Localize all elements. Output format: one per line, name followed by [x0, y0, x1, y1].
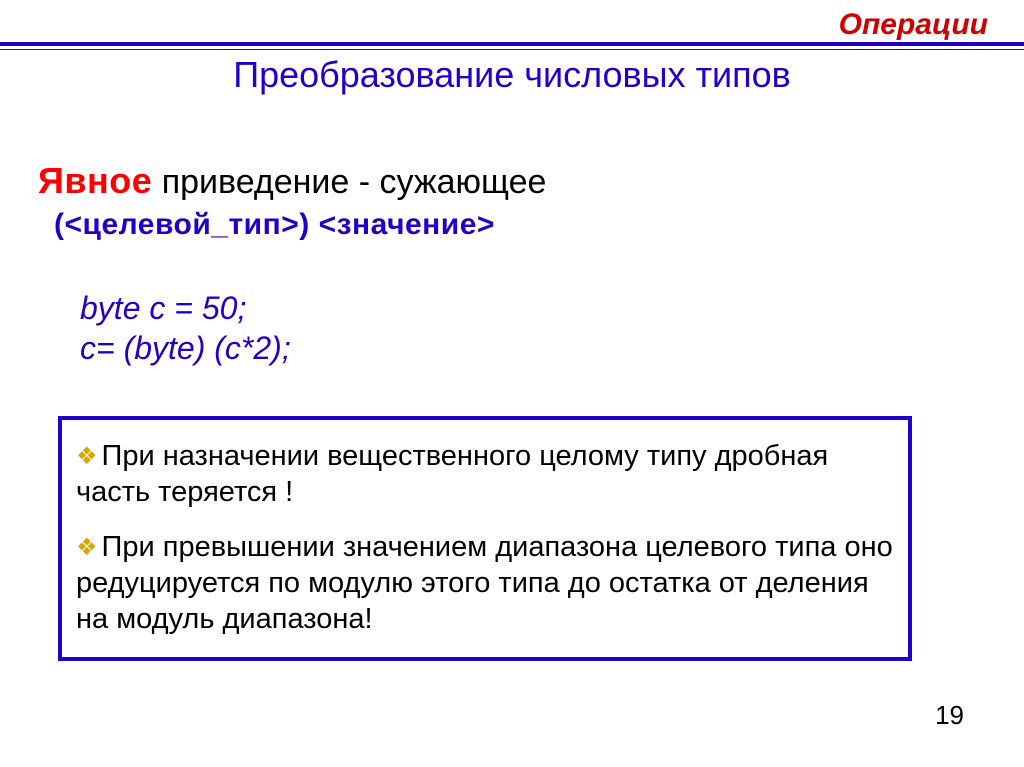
notes-box: ❖При назначении вещественного целому тип… — [58, 416, 912, 661]
section-label: Операции — [839, 8, 988, 42]
slide-title: Преобразование числовых типов — [0, 54, 1024, 96]
explicit-rest: приведение - сужающее — [152, 163, 546, 201]
syntax-template: (<целевой_тип>) <значение> — [54, 208, 495, 242]
header-rule — [0, 42, 1024, 50]
slide: Операции Преобразование числовых типов Я… — [0, 0, 1024, 767]
note-item: ❖При назначении вещественного целому тип… — [76, 438, 894, 511]
diamond-bullet-icon: ❖ — [76, 442, 98, 472]
diamond-bullet-icon: ❖ — [76, 533, 98, 563]
code-line-1: byte c = 50; — [80, 288, 291, 328]
note-text-2: При превышении значением диапазона целев… — [76, 531, 893, 636]
note-text-1: При назначении вещественного целому типу… — [76, 440, 828, 508]
page-number: 19 — [935, 700, 964, 731]
code-line-2: c= (byte) (c*2); — [80, 328, 291, 368]
code-example: byte c = 50; c= (byte) (c*2); — [80, 288, 291, 368]
keyword-explicit: Явное — [38, 160, 152, 201]
note-item: ❖При превышении значением диапазона целе… — [76, 529, 894, 638]
explicit-cast-line: Явное приведение - сужающее — [38, 160, 546, 202]
